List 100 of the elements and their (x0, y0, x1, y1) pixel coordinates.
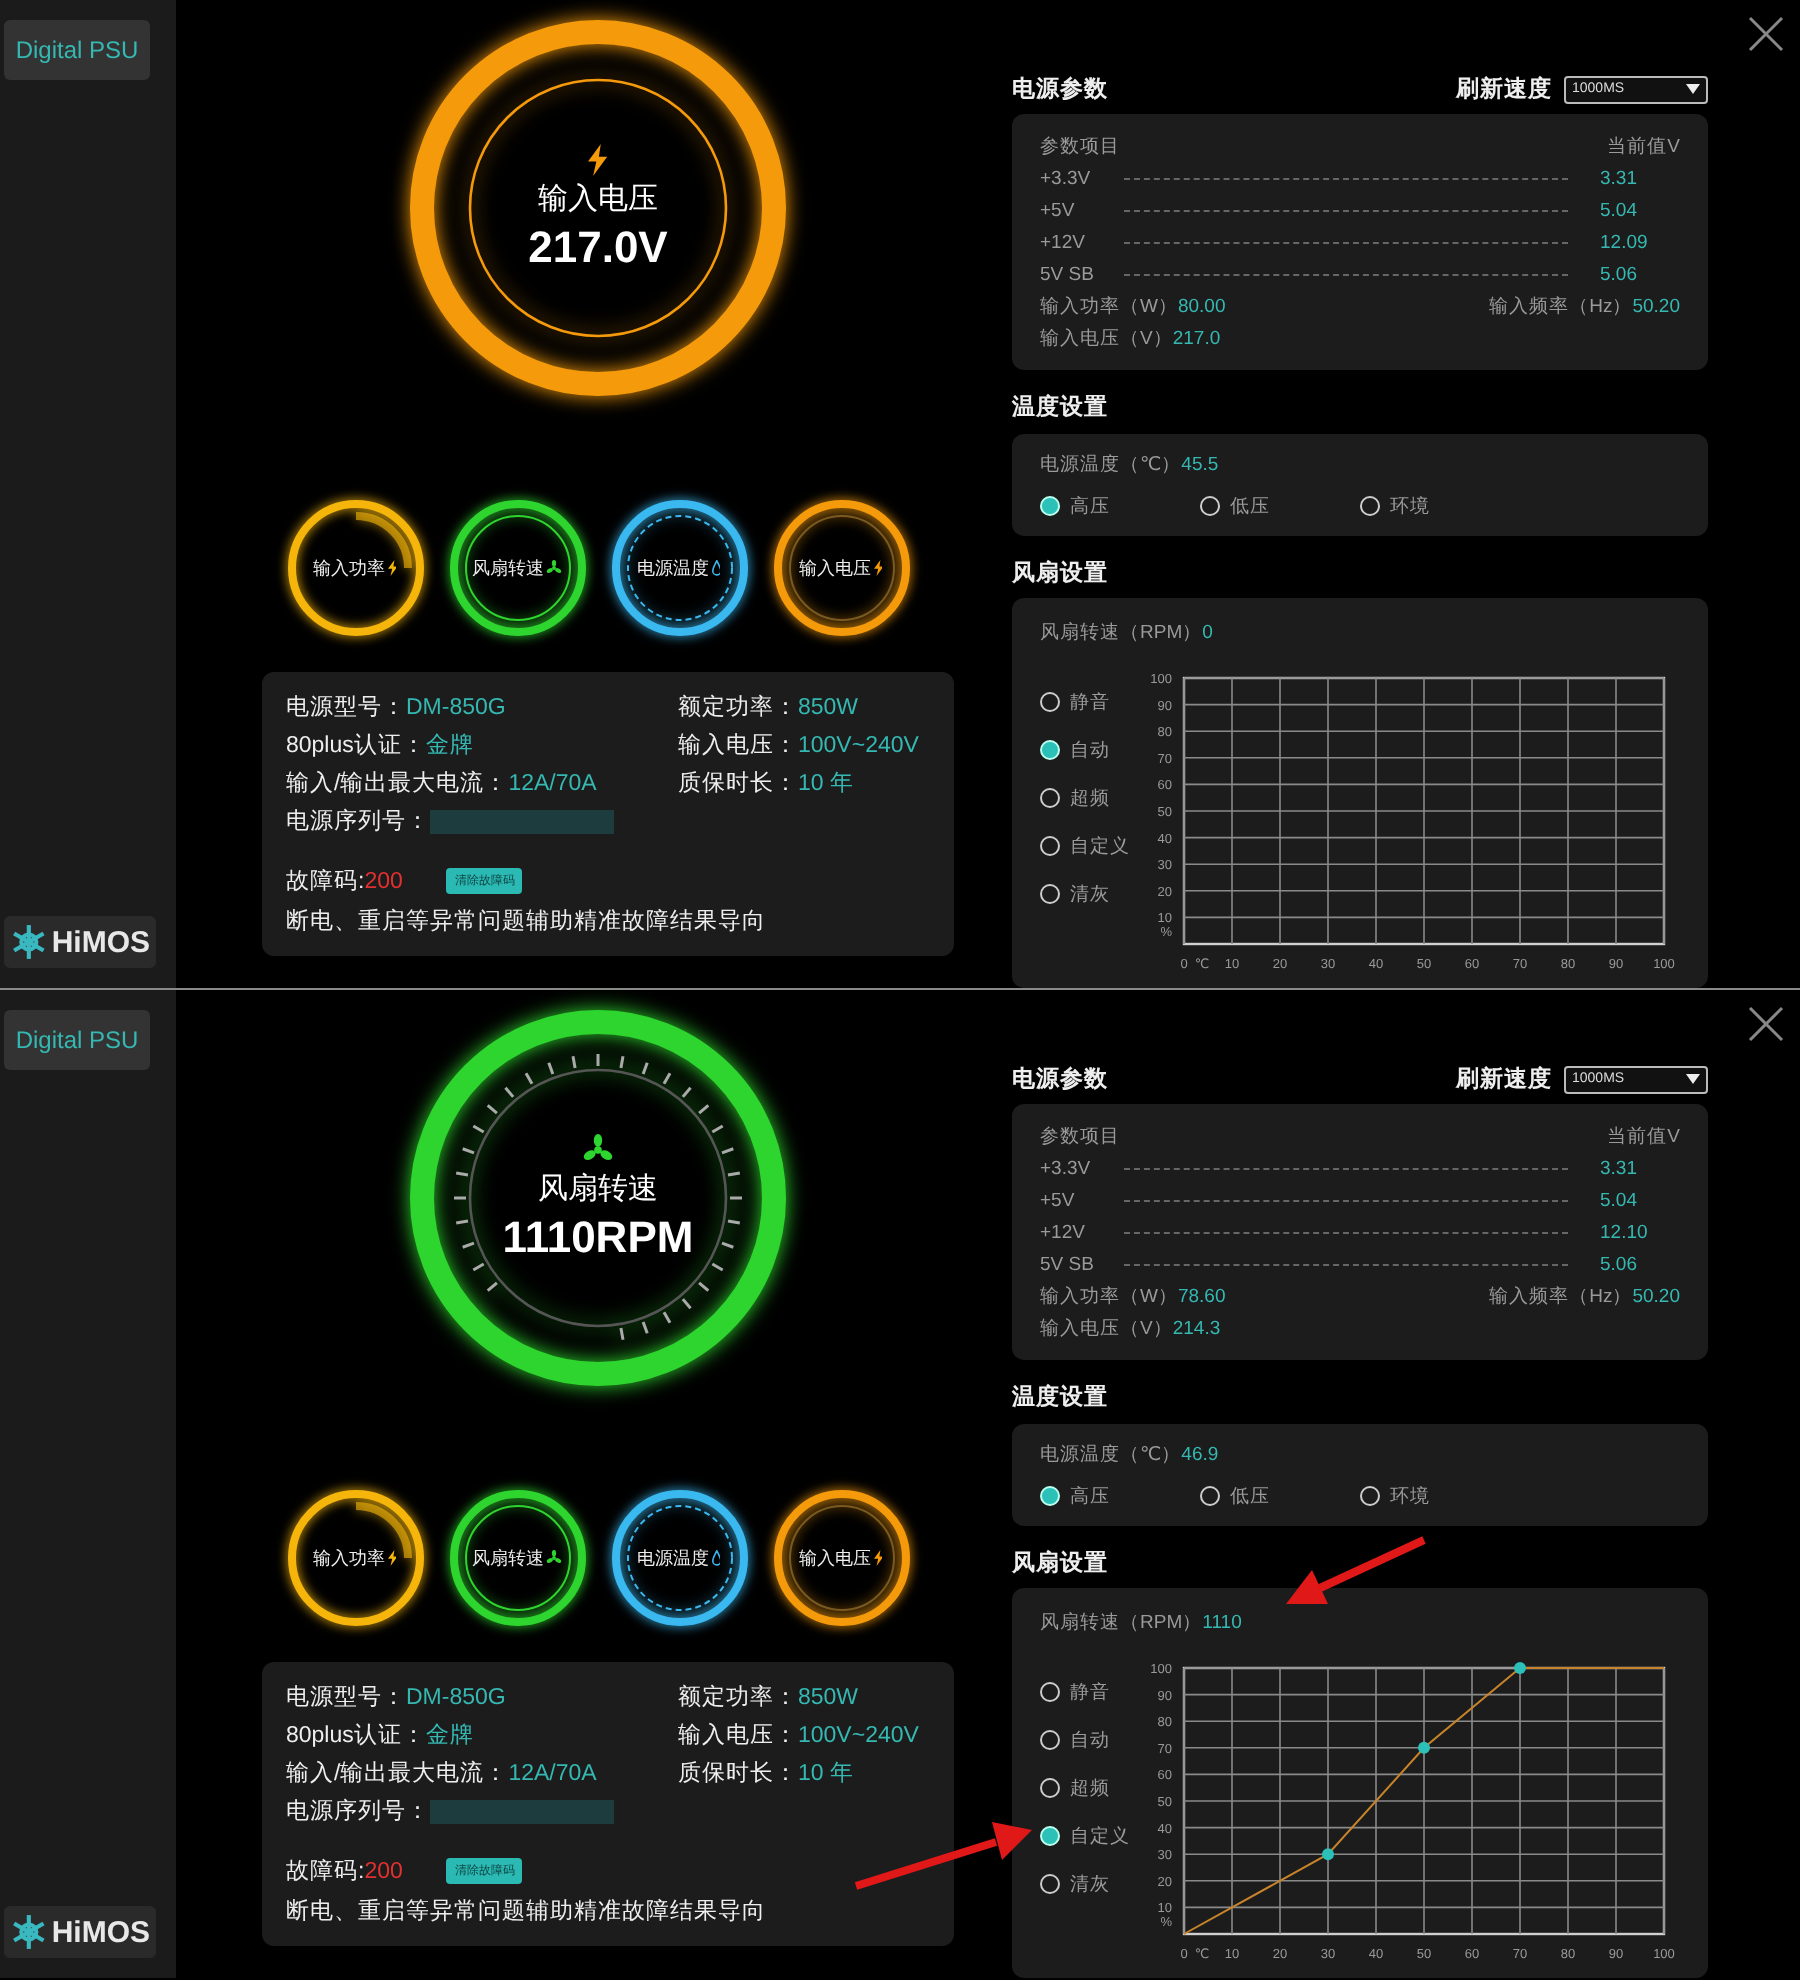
field-value: 45.5 (1181, 454, 1219, 477)
radio-option[interactable]: 自动 (1040, 1727, 1140, 1754)
caret-icon (1686, 1074, 1700, 1085)
field-value: 850W (798, 695, 859, 719)
field-label: 电源序列号： (286, 1796, 430, 1826)
column-header: 参数项目 (1040, 1123, 1120, 1150)
fan-icon (582, 1133, 614, 1165)
field-label: 质保时长： (678, 1759, 798, 1788)
radio-option[interactable]: 静音 (1040, 689, 1140, 716)
field-value: 0 (1202, 622, 1213, 645)
radio-option[interactable]: 环境 (1360, 1483, 1520, 1510)
gauge-label: 电源温度 (637, 1545, 710, 1571)
caret-icon (1686, 84, 1700, 95)
gauge-label: 风扇转速 (472, 1545, 544, 1571)
param-value: 5.04 (1598, 1189, 1639, 1212)
gauge-label: 输入电压 (538, 179, 658, 217)
field-value: 10 年 (798, 769, 854, 798)
param-label: 输入功率（W） (1040, 1285, 1178, 1308)
radio-option[interactable]: 低压 (1200, 1483, 1360, 1510)
gauge-ring (445, 496, 589, 640)
gauge-value: 1110RPM (502, 1211, 694, 1263)
logo-text: HiMOS (51, 1915, 150, 1949)
field-value: 12A/70A (508, 771, 597, 795)
close-icon[interactable] (1748, 16, 1784, 52)
param-value: 5.06 (1598, 263, 1639, 286)
param-value: 214.3 (1172, 1317, 1221, 1340)
param-label: +5V (1040, 199, 1077, 222)
gauge-label: 风扇转速 (538, 1169, 658, 1207)
close-icon[interactable] (1748, 1006, 1784, 1042)
param-value: 5.06 (1598, 1253, 1639, 1276)
field-label: 刷新速度 (1456, 74, 1552, 105)
field-label: 电源序列号： (286, 806, 430, 836)
nav-button[interactable]: Digital PSU (4, 1010, 150, 1070)
section-title: 风扇设置 (1012, 1548, 1108, 1578)
section-title: 风扇设置 (1012, 558, 1108, 588)
param-label: 5V SB (1040, 263, 1096, 286)
snowflake-icon (10, 922, 48, 962)
field-label: 80plus认证： (286, 731, 426, 760)
radio-option[interactable]: 超频 (1040, 1775, 1140, 1802)
column-header: 当前值V (1607, 1123, 1680, 1150)
param-value: 217.0 (1172, 327, 1221, 350)
field-label: 额定功率： (678, 693, 798, 722)
curve-point[interactable] (1514, 1661, 1526, 1674)
field-label: 额定功率： (678, 1683, 798, 1712)
field-value: DM-850G (406, 1685, 506, 1709)
gauge-value: 217.0V (528, 221, 668, 273)
section-title: 温度设置 (1012, 1382, 1108, 1413)
param-value: 50.20 (1632, 1285, 1680, 1308)
gauge-label: 输入功率 (313, 1545, 386, 1571)
radio-option[interactable]: 高压 (1040, 493, 1200, 520)
param-value: 50.20 (1632, 295, 1680, 318)
note-text: 断电、重启等异常问题辅助精准故障结果导向 (286, 907, 768, 936)
radio-option[interactable]: 高压 (1040, 1483, 1200, 1510)
field-label: 电源温度（℃） (1040, 452, 1182, 479)
field-label: 故障码: (286, 1857, 365, 1886)
param-value: 78.60 (1177, 1285, 1226, 1308)
radio-option[interactable]: 自定义 (1040, 833, 1140, 860)
lightning-icon (387, 1550, 397, 1566)
radio-option[interactable]: 超频 (1040, 785, 1140, 812)
gauge-ring (445, 1486, 589, 1630)
field-value: 100V~240V (798, 1723, 919, 1747)
radio-option[interactable]: 清灰 (1040, 1871, 1140, 1898)
param-label: +12V (1040, 1221, 1087, 1244)
radio-option[interactable]: 环境 (1360, 493, 1520, 520)
nav-button[interactable]: Digital PSU (4, 20, 150, 80)
param-value: 5.04 (1598, 199, 1639, 222)
field-label: 输入电压： (678, 1721, 798, 1750)
gauge-ring (283, 1486, 427, 1630)
field-label: 质保时长： (678, 769, 798, 798)
radio-option[interactable]: 静音 (1040, 1679, 1140, 1706)
radio-option[interactable]: 低压 (1200, 493, 1360, 520)
param-value: 80.00 (1177, 295, 1226, 318)
note-text: 断电、重启等异常问题辅助精准故障结果导向 (286, 1897, 768, 1926)
field-label: 电源型号： (286, 1683, 406, 1712)
curve-point[interactable] (1322, 1848, 1334, 1861)
field-value: 金牌 (425, 1721, 474, 1750)
param-value: 12.10 (1598, 1221, 1650, 1244)
gauge-ring (769, 496, 913, 640)
field-label: 输入/输出最大电流： (286, 768, 509, 798)
param-value: 3.31 (1598, 1157, 1639, 1180)
logo-text: HiMOS (51, 925, 150, 959)
field-value: DM-850G (406, 695, 506, 719)
field-value: 46.9 (1181, 1444, 1219, 1467)
radio-option[interactable]: 自动 (1040, 737, 1140, 764)
field-label: 80plus认证： (286, 1721, 426, 1750)
radio-option[interactable]: 自定义 (1040, 1823, 1140, 1850)
field-value: 100V~240V (798, 733, 919, 757)
param-label: 输入电压（V） (1040, 325, 1173, 352)
field-value: 850W (798, 1685, 859, 1709)
param-label: 输入功率（W） (1040, 295, 1178, 318)
field-value: 10 年 (798, 1759, 854, 1788)
field-label: 故障码: (286, 867, 365, 896)
section-title: 温度设置 (1012, 392, 1108, 423)
gauge-label: 输入电压 (799, 555, 872, 581)
param-label: +3.3V (1040, 1157, 1093, 1180)
field-value: 1110 (1202, 1612, 1242, 1635)
curve-point[interactable] (1418, 1741, 1430, 1754)
radio-option[interactable]: 清灰 (1040, 881, 1140, 908)
lightning-icon (873, 1550, 883, 1566)
field-label: 风扇转速（RPM） (1040, 1610, 1203, 1637)
